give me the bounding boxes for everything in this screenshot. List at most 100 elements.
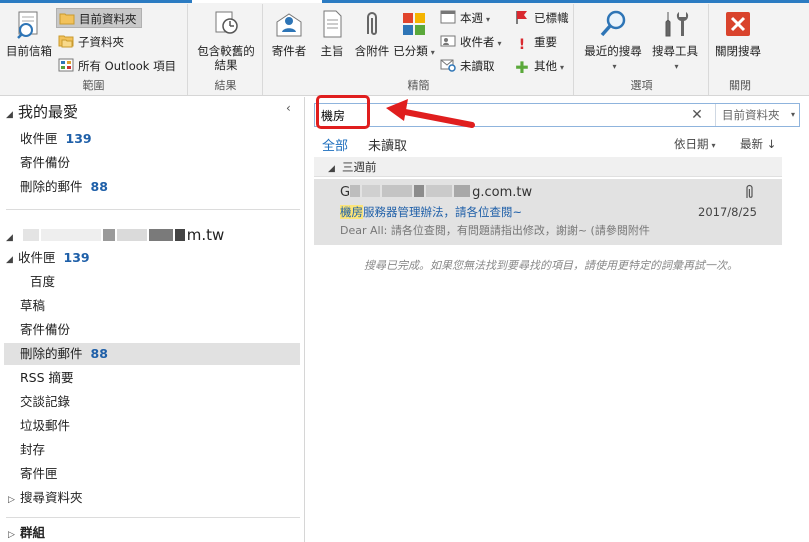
collapse-pane-icon[interactable]: ‹ (286, 101, 291, 115)
collapse-triangle-icon[interactable]: ◢ (6, 102, 18, 128)
folder-item-search-folders[interactable]: ▷ 搜尋資料夾 (0, 487, 300, 509)
folder-item-deleted[interactable]: 刪除的郵件 88 (4, 343, 300, 365)
close-search-button[interactable]: 關閉搜尋 (710, 8, 766, 58)
subfolder-icon (58, 35, 74, 48)
folder-item-drafts[interactable]: 草稿 (0, 295, 300, 317)
scope-group: 目前信箱 目前資料夾 子資料夾 所有 Outlook 項目 範圍 (0, 4, 188, 95)
folder-item-archive[interactable]: 封存 (0, 439, 300, 461)
sort-order-toggle[interactable]: 最新 ↓ (740, 136, 776, 152)
subfolders-button[interactable]: 子資料夾 (56, 32, 128, 52)
refine-group: 寄件者 主旨 含附件 已分類 ▾ 本週 ▾ 收件者 ▾ 未讀取 已標幟 ! 重要… (264, 4, 574, 95)
collapse-triangle-icon[interactable]: ◢ (6, 249, 18, 271)
folder-item-sent[interactable]: 寄件備份 (0, 319, 300, 341)
has-attachments-label: 含附件 (354, 44, 390, 58)
chevron-down-icon: ▾ (430, 48, 435, 57)
redacted-block (350, 185, 361, 197)
message-item[interactable]: Gg.com.tw 機房服務器管理辦法，請各位查閱~ 2017/8/25 Dea… (314, 179, 782, 245)
search-highlight: 機房 (340, 205, 363, 219)
flagged-label: 已標幟 (534, 11, 569, 25)
person-mail-icon (276, 13, 302, 37)
folder-item-inbox[interactable]: ◢ 收件匣 139 (0, 247, 300, 269)
subject-button[interactable]: 主旨 (312, 8, 352, 58)
calendar-icon (440, 10, 456, 24)
from-label: 寄件者 (271, 44, 307, 58)
more-button[interactable]: ✚ 其他 ▾ (512, 56, 568, 76)
paperclip-icon (367, 12, 377, 35)
collapse-triangle-icon[interactable]: ◢ (328, 159, 342, 179)
ribbon-accent (0, 0, 192, 3)
message-list-pane: ✕ 目前資料夾 ▾ 全部 未讀取 依日期▾ 最新 ↓ ◢三週前 Gg.com.t… (306, 97, 809, 542)
groups-label: 群組 (20, 525, 46, 540)
groups-header[interactable]: ▷ 群組 (0, 522, 300, 542)
expand-triangle-icon[interactable]: ▷ (8, 489, 20, 511)
favorites-title: 我的最愛 (18, 103, 79, 121)
chevron-down-icon: ▾ (497, 39, 502, 48)
search-complete-message: 搜尋已完成。如果您無法找到要尋找的項目，請使用更特定的詞彙再試一次。 (364, 259, 738, 272)
filter-all[interactable]: 全部 (322, 135, 348, 154)
search-tools-button[interactable]: 搜尋工具 ▾ (647, 8, 703, 74)
from-button[interactable]: 寄件者 (268, 8, 310, 58)
close-icon[interactable]: ✕ (689, 107, 705, 123)
sent-to-icon (440, 35, 456, 47)
all-outlook-items-button[interactable]: 所有 Outlook 項目 (56, 56, 180, 76)
message-subject: 機房服務器管理辦法，請各位查閱~ (340, 204, 522, 220)
expand-triangle-icon[interactable]: ▷ (8, 524, 20, 542)
categorized-button[interactable]: 已分類 ▾ (392, 8, 436, 60)
chevron-down-icon: ▾ (674, 62, 679, 71)
account-header[interactable]: ◢ m.tw (0, 223, 300, 247)
favorite-item[interactable]: 收件匣 139 (0, 128, 300, 150)
current-mailbox-label: 目前信箱 (6, 44, 52, 58)
redacted-block (116, 229, 147, 241)
this-week-button[interactable]: 本週 ▾ (438, 8, 494, 28)
important-button[interactable]: ! 重要 (512, 32, 561, 53)
ribbon: 目前信箱 目前資料夾 子資料夾 所有 Outlook 項目 範圍 包含較舊的結果… (0, 0, 809, 96)
chevron-down-icon: ▾ (711, 141, 716, 150)
folder-item-junk[interactable]: 垃圾郵件 (0, 415, 300, 437)
current-mailbox-button[interactable]: 目前信箱 (4, 8, 54, 58)
sort-by-dropdown[interactable]: 依日期 ▾ (674, 136, 716, 152)
subject-text: 服務器管理辦法，請各位查閱~ (363, 205, 523, 219)
recent-searches-button[interactable]: 最近的搜尋 ▾ (581, 8, 645, 74)
redacted-block (174, 229, 185, 241)
sent-to-button[interactable]: 收件者 ▾ (438, 32, 506, 52)
important-label: 重要 (534, 35, 557, 49)
favorite-item[interactable]: 刪除的郵件 88 (0, 176, 300, 198)
search-input[interactable] (321, 106, 681, 124)
arrow-down-icon: ↓ (766, 137, 777, 151)
close-icon (726, 12, 750, 36)
folder-item-rss[interactable]: RSS 摘要 (0, 367, 300, 389)
include-older-results-button[interactable]: 包含較舊的結果 (193, 8, 259, 72)
categorized-label: 已分類 (393, 44, 428, 58)
document-icon (323, 10, 342, 38)
current-folder-button[interactable]: 目前資料夾 (56, 8, 142, 28)
redacted-block (426, 185, 453, 197)
folder-icon (59, 13, 75, 25)
all-outlook-items-label: 所有 Outlook 項目 (78, 59, 177, 73)
envelope-search-icon (440, 59, 456, 72)
unread-button[interactable]: 未讀取 (438, 56, 499, 76)
folder-label: 草稿 (20, 298, 46, 313)
folder-label: 封存 (20, 442, 46, 457)
folder-item-outbox[interactable]: 寄件匣 (0, 463, 300, 485)
filter-unread[interactable]: 未讀取 (368, 135, 407, 154)
folder-label: 垃圾郵件 (20, 418, 71, 433)
folder-label: RSS 摘要 (20, 370, 74, 385)
chevron-down-icon: ▾ (486, 15, 491, 24)
close-group: 關閉搜尋 關閉 (710, 4, 770, 95)
favorite-item[interactable]: 寄件備份 (0, 152, 300, 174)
favorites-header[interactable]: ◢ 我的最愛 (0, 99, 300, 125)
search-scope-dropdown[interactable]: 目前資料夾 ▾ (715, 104, 799, 126)
redacted-block (22, 229, 39, 241)
unread-count: 88 (90, 346, 108, 361)
folder-item-conversation-history[interactable]: 交談記錄 (0, 391, 300, 413)
sender-text: G (340, 185, 351, 200)
date-group-header[interactable]: ◢ 三週前 (314, 157, 782, 177)
folder-item-baidu[interactable]: 百度 (0, 271, 300, 293)
flagged-button[interactable]: 已標幟 (512, 8, 573, 28)
sort-order-label: 最新 (740, 137, 763, 151)
sender-text: g.com.tw (472, 185, 533, 200)
this-week-label: 本週 (460, 11, 483, 25)
favorite-label: 寄件備份 (20, 155, 71, 170)
has-attachments-button[interactable]: 含附件 (352, 8, 392, 58)
redacted-block (454, 185, 471, 197)
